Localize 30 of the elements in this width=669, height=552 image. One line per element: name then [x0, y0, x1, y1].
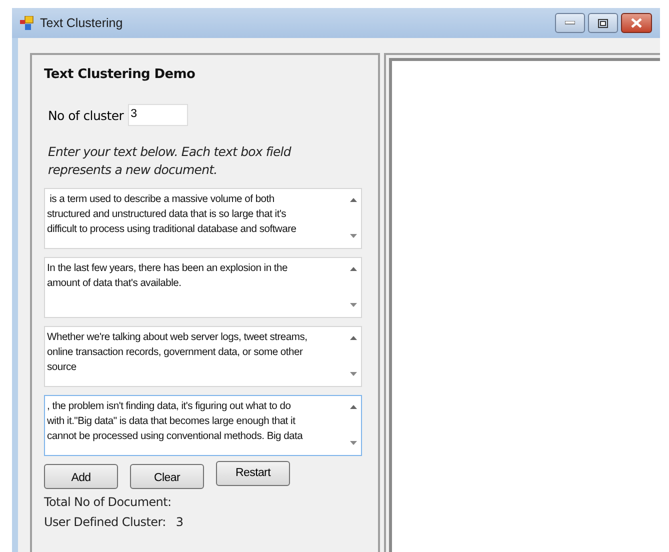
- action-button[interactable]: Add: [44, 464, 118, 489]
- maximize-icon: [598, 18, 608, 28]
- scroll-down-icon[interactable]: [350, 234, 356, 238]
- scroll-down-icon[interactable]: [350, 303, 356, 307]
- scroll-up-icon[interactable]: [350, 267, 356, 271]
- close-button[interactable]: [621, 13, 652, 33]
- scroll-up-icon[interactable]: [350, 336, 356, 340]
- minimize-icon: [565, 21, 575, 25]
- instruction-text: Enter your text below. Each text box field represents a new document.: [48, 143, 292, 179]
- scroll-down-icon[interactable]: [350, 441, 356, 445]
- cluster-label: No of cluster: [48, 108, 124, 122]
- window-title: Text Clustering: [40, 16, 123, 30]
- action-button[interactable]: Restart: [216, 461, 290, 486]
- scroll-down-icon[interactable]: [350, 372, 356, 376]
- action-button[interactable]: Clear: [130, 464, 204, 489]
- stat-value: 3: [176, 515, 184, 529]
- scroll-up-icon[interactable]: [350, 198, 356, 202]
- maximize-button[interactable]: [588, 13, 618, 33]
- scroll-up-icon[interactable]: [350, 405, 356, 409]
- document-text-area[interactable]: Whether we're talking about web server logs, tweet streams, online transaction records, government data, or some other source: [44, 326, 362, 387]
- stat-label: User Defined Cluster:: [44, 515, 166, 529]
- stat-label: Total No of Document:: [44, 495, 172, 509]
- document-text-area[interactable]: In the last few years, there has been an explosion in the amount of data that's available.: [44, 257, 362, 318]
- minimize-button[interactable]: [555, 13, 585, 33]
- document-text-area[interactable]: is a term used to describe a massive volume of both structured and unstructured data that is so large that it's difficult to process using traditional database and software: [44, 188, 362, 249]
- document-text-area[interactable]: , the problem isn't finding data, it's figuring out what to do with it."Big data" is data that becomes large enough that it cannot be processed using conventional methods. Big data: [44, 395, 362, 456]
- close-icon: [631, 18, 642, 28]
- app-icon: [20, 16, 34, 30]
- panel-heading: Text Clustering Demo: [44, 67, 196, 82]
- cluster-input[interactable]: 3: [128, 104, 188, 126]
